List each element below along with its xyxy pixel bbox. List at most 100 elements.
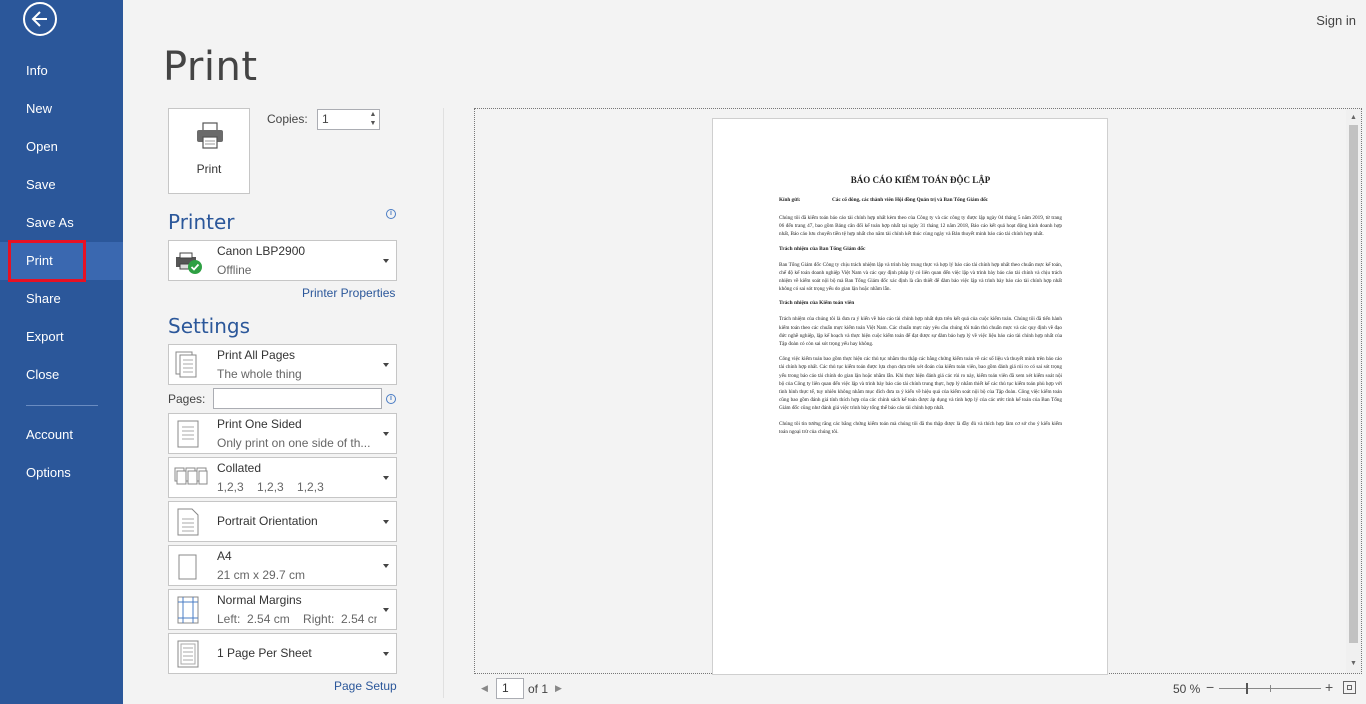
addressee-text: Các cổ đông, các thành viên Hội đồng Quả…	[832, 197, 988, 203]
orientation-select[interactable]: Portrait Orientation	[168, 501, 397, 542]
zoom-out-icon[interactable]: −	[1206, 679, 1214, 695]
zoom-level[interactable]: 50 %	[1173, 682, 1200, 696]
chevron-down-icon	[383, 519, 389, 524]
info-icon[interactable]: i	[386, 394, 396, 404]
printer-properties-link[interactable]: Printer Properties	[302, 286, 395, 300]
paper-size-title: A4	[217, 549, 232, 563]
pages-input[interactable]	[213, 388, 382, 409]
spin-up-icon[interactable]: ▲	[367, 110, 379, 119]
collation-title: Collated	[217, 461, 262, 475]
preview-scrollbar[interactable]: ▲ ▼	[1346, 109, 1361, 673]
margins-title: Normal Margins	[217, 593, 302, 607]
scroll-up-icon[interactable]: ▲	[1346, 111, 1361, 125]
document-title: BÁO CÁO KIỂM TOÁN ĐỘC LẬP	[850, 175, 991, 185]
document-paragraph: Công việc kiểm toán bao gồm thực hiện cá…	[779, 356, 1062, 412]
print-preview[interactable]: BÁO CÁO KIỂM TOÁN ĐỘC LẬP Kính gửi: Các c…	[474, 108, 1362, 675]
margins-icon	[177, 596, 199, 624]
print-button-label: Print	[196, 162, 222, 176]
nav-account[interactable]: Account	[0, 416, 123, 454]
document-paragraph: Trách nhiệm của chúng tôi là đưa ra ý ki…	[779, 316, 1062, 348]
addressee-label: Kính gửi:	[779, 197, 801, 203]
collated-pages-icon	[174, 467, 208, 485]
portrait-page-icon	[177, 508, 199, 536]
settings-heading: Settings	[168, 314, 251, 338]
zoom-center-tick	[1270, 685, 1271, 692]
chevron-down-icon	[383, 475, 389, 480]
next-page-icon[interactable]: ▶	[555, 683, 562, 694]
page-number-input[interactable]: 1	[496, 678, 524, 699]
paper-size-subtitle: 21 cm x 29.7 cm	[217, 568, 306, 582]
pages-label: Pages:	[168, 392, 206, 406]
printer-ready-icon	[176, 252, 202, 274]
print-range-subtitle: The whole thing	[217, 367, 302, 381]
chevron-down-icon	[383, 651, 389, 656]
zoom-slider-thumb[interactable]	[1246, 683, 1248, 694]
nav-options[interactable]: Options	[0, 454, 123, 492]
page-per-sheet-icon	[177, 640, 199, 668]
nav-new[interactable]: New	[0, 90, 123, 128]
document-content: BÁO CÁO KIỂM TOÁN ĐỘC LẬP Kính gửi: Các c…	[779, 175, 1062, 443]
document-paragraph: Chúng tôi tin tưởng rằng các bằng chứng …	[779, 420, 1062, 435]
backstage-sidebar: Info New Open Save Save As Print Share E…	[0, 0, 123, 704]
nav-open[interactable]: Open	[0, 128, 123, 166]
copies-stepper[interactable]: 1 ▲ ▼	[317, 109, 380, 130]
info-icon[interactable]: i	[386, 209, 396, 219]
nav-separator	[26, 405, 98, 406]
nav-print[interactable]: Print	[0, 242, 123, 280]
one-sided-page-icon	[177, 420, 199, 448]
paper-size-icon	[178, 554, 197, 580]
page-count: of 1	[528, 682, 549, 696]
chevron-down-icon	[383, 563, 389, 568]
print-range-select[interactable]: Print All Pages The whole thing	[168, 344, 397, 385]
panel-divider	[443, 108, 444, 698]
sides-select[interactable]: Print One Sided Only print on one side o…	[168, 413, 397, 454]
chevron-down-icon	[383, 431, 389, 436]
page-setup-link[interactable]: Page Setup	[334, 679, 397, 693]
back-arrow-icon[interactable]	[23, 2, 57, 36]
pages-per-sheet-select[interactable]: 1 Page Per Sheet	[168, 633, 397, 674]
nav-save[interactable]: Save	[0, 166, 123, 204]
nav-export[interactable]: Export	[0, 318, 123, 356]
copies-label: Copies:	[267, 112, 308, 126]
spin-down-icon[interactable]: ▼	[367, 119, 379, 128]
document-addressee: Kính gửi: Các cổ đông, các thành viên Hội…	[779, 197, 1062, 203]
margins-select[interactable]: Normal Margins Left: 2.54 cm Right: 2.54…	[168, 589, 397, 630]
pages-stack-icon	[175, 351, 197, 378]
margins-subtitle: Left: 2.54 cm Right: 2.54 cm	[217, 612, 377, 626]
orientation-title: Portrait Orientation	[217, 514, 318, 528]
print-range-title: Print All Pages	[217, 348, 296, 362]
copies-value: 1	[322, 112, 329, 126]
preview-page: BÁO CÁO KIỂM TOÁN ĐỘC LẬP Kính gửi: Các c…	[712, 118, 1108, 675]
pages-per-sheet-title: 1 Page Per Sheet	[217, 646, 312, 660]
printer-name: Canon LBP2900	[217, 244, 306, 258]
paper-size-select[interactable]: A4 21 cm x 29.7 cm	[168, 545, 397, 586]
document-heading: Trách nhiệm của Kiểm toán viên	[779, 300, 855, 307]
sign-in-link[interactable]: Sign in	[1316, 13, 1356, 28]
printer-select[interactable]: Canon LBP2900 Offline	[168, 240, 397, 281]
nav-share[interactable]: Share	[0, 280, 123, 318]
previous-page-icon[interactable]: ◀	[481, 683, 488, 694]
collation-select[interactable]: Collated 1,2,3 1,2,3 1,2,3	[168, 457, 397, 498]
sides-subtitle: Only print on one side of th...	[217, 436, 371, 450]
chevron-down-icon	[383, 258, 389, 263]
document-paragraph: Chúng tôi đã kiểm toán báo cáo tài chính…	[779, 215, 1062, 238]
printer-status: Offline	[217, 263, 252, 277]
nav-save-as[interactable]: Save As	[0, 204, 123, 242]
print-button[interactable]: Print	[168, 108, 250, 194]
collation-subtitle: 1,2,3 1,2,3 1,2,3	[217, 480, 324, 494]
printer-heading: Printer	[168, 210, 235, 234]
sides-title: Print One Sided	[217, 417, 302, 431]
zoom-in-icon[interactable]: +	[1325, 679, 1333, 695]
zoom-to-page-icon[interactable]	[1343, 681, 1356, 694]
chevron-down-icon	[383, 362, 389, 367]
nav-close[interactable]: Close	[0, 356, 123, 394]
chevron-down-icon	[383, 607, 389, 612]
scroll-down-icon[interactable]: ▼	[1346, 657, 1361, 671]
page-title: Print	[163, 44, 258, 90]
document-paragraph: Ban Tổng Giám đốc Công ty chịu trách nhi…	[779, 261, 1062, 293]
document-heading: Trách nhiệm của Ban Tổng Giám đốc	[779, 245, 866, 252]
nav-info[interactable]: Info	[0, 52, 123, 90]
copies-spin[interactable]: ▲ ▼	[367, 110, 379, 129]
scroll-thumb[interactable]	[1349, 125, 1358, 643]
printer-icon	[197, 122, 223, 149]
